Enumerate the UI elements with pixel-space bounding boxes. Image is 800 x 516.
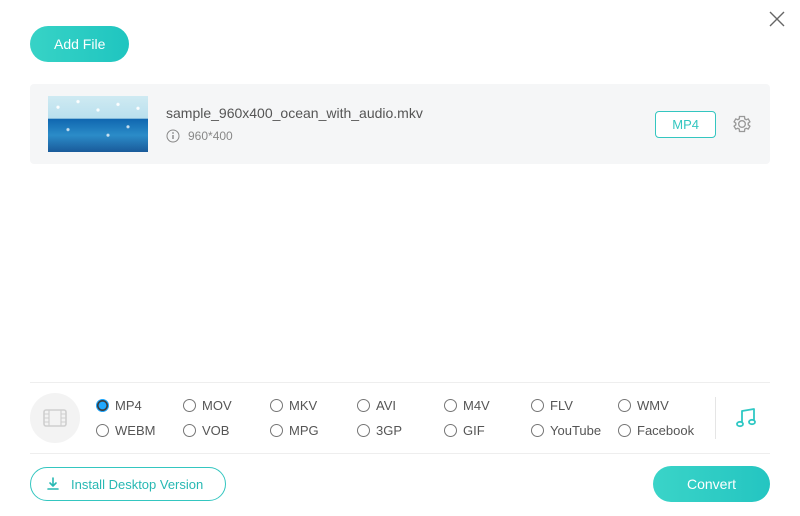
format-option-gif[interactable]: GIF xyxy=(444,423,525,438)
format-radio[interactable] xyxy=(618,424,631,437)
audio-mode-icon[interactable] xyxy=(732,403,770,433)
format-label: FLV xyxy=(550,398,573,413)
format-radio[interactable] xyxy=(96,399,109,412)
format-option-facebook[interactable]: Facebook xyxy=(618,423,699,438)
format-label: WMV xyxy=(637,398,669,413)
format-option-mp4[interactable]: MP4 xyxy=(96,398,177,413)
format-option-avi[interactable]: AVI xyxy=(357,398,438,413)
format-panel: MP4 MOV MKV AVI M4V FLV WMV WEBM VOB MPG 3GP GIF You… xyxy=(30,382,770,454)
format-option-webm[interactable]: WEBM xyxy=(96,423,177,438)
add-file-button[interactable]: Add File xyxy=(30,26,129,62)
install-label: Install Desktop Version xyxy=(71,477,203,492)
format-option-mkv[interactable]: MKV xyxy=(270,398,351,413)
info-icon[interactable] xyxy=(166,129,180,143)
video-thumbnail[interactable] xyxy=(48,96,148,152)
format-radio[interactable] xyxy=(531,424,544,437)
format-radio[interactable] xyxy=(357,424,370,437)
format-label: Facebook xyxy=(637,423,694,438)
format-radio[interactable] xyxy=(444,399,457,412)
format-label: GIF xyxy=(463,423,485,438)
format-label: MKV xyxy=(289,398,317,413)
format-option-m4v[interactable]: M4V xyxy=(444,398,525,413)
format-radio[interactable] xyxy=(618,399,631,412)
format-label: MP4 xyxy=(115,398,142,413)
format-radio[interactable] xyxy=(444,424,457,437)
format-radio[interactable] xyxy=(183,424,196,437)
format-option-mpg[interactable]: MPG xyxy=(270,423,351,438)
format-radio[interactable] xyxy=(531,399,544,412)
file-name-label: sample_960x400_ocean_with_audio.mkv xyxy=(166,105,655,121)
format-radio[interactable] xyxy=(96,424,109,437)
format-option-flv[interactable]: FLV xyxy=(531,398,612,413)
file-row: sample_960x400_ocean_with_audio.mkv 960*… xyxy=(30,84,770,164)
format-label: VOB xyxy=(202,423,229,438)
download-icon xyxy=(45,476,61,492)
format-label: AVI xyxy=(376,398,396,413)
format-label: YouTube xyxy=(550,423,601,438)
format-label: M4V xyxy=(463,398,490,413)
format-label: MOV xyxy=(202,398,232,413)
format-label: 3GP xyxy=(376,423,402,438)
format-option-wmv[interactable]: WMV xyxy=(618,398,699,413)
format-option-vob[interactable]: VOB xyxy=(183,423,264,438)
format-radio[interactable] xyxy=(183,399,196,412)
gear-icon[interactable] xyxy=(732,114,752,134)
output-format-button[interactable]: MP4 xyxy=(655,111,716,138)
format-radio[interactable] xyxy=(270,399,283,412)
format-option-youtube[interactable]: YouTube xyxy=(531,423,612,438)
format-label: WEBM xyxy=(115,423,155,438)
close-icon[interactable] xyxy=(768,10,786,28)
install-desktop-button[interactable]: Install Desktop Version xyxy=(30,467,226,501)
format-option-mov[interactable]: MOV xyxy=(183,398,264,413)
video-mode-icon[interactable] xyxy=(30,393,80,443)
format-option-3gp[interactable]: 3GP xyxy=(357,423,438,438)
divider xyxy=(715,397,716,439)
format-radio[interactable] xyxy=(357,399,370,412)
format-radio[interactable] xyxy=(270,424,283,437)
format-label: MPG xyxy=(289,423,319,438)
convert-button[interactable]: Convert xyxy=(653,466,770,502)
resolution-label: 960*400 xyxy=(188,129,233,143)
